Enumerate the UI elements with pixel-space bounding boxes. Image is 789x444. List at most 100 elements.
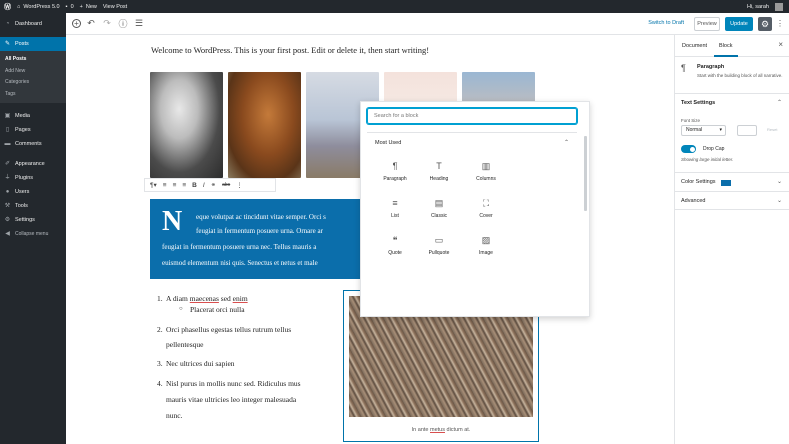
font-size-label: Font Size xyxy=(681,118,701,123)
view-post-link[interactable]: View Post xyxy=(103,4,127,10)
new-menu[interactable]: + New xyxy=(80,4,97,10)
chevron-up-icon[interactable]: ⌃ xyxy=(564,139,569,146)
color-settings-toggle[interactable]: Color Settings xyxy=(681,179,716,185)
site-home-link[interactable]: ⌂ WordPress 5.0 xyxy=(17,4,60,10)
bullet-icon: ○ xyxy=(179,306,183,312)
brush-icon: ✐ xyxy=(4,160,11,167)
gallery-image-steam[interactable] xyxy=(150,72,223,178)
strikethrough-icon[interactable]: abc xyxy=(222,182,230,188)
plus-icon: + xyxy=(79,3,83,10)
drop-cap-toggle[interactable] xyxy=(681,145,696,153)
editor-canvas: Welcome to WordPress. This is your first… xyxy=(66,35,674,444)
drop-cap-label: Drop Cap xyxy=(703,146,725,152)
settings-icon: ⚙ xyxy=(4,216,11,223)
block-option-image[interactable]: ▨ Image xyxy=(456,233,516,256)
columns-icon: ▥ xyxy=(481,161,491,171)
cover-line-2: feugiat in fermentum posuere urna. Ornar… xyxy=(196,227,323,235)
info-icon[interactable]: ⓘ xyxy=(117,18,129,30)
ordered-list[interactable]: 1. A diam maecenas sed enim ○ Placerat o… xyxy=(157,293,301,424)
most-used-heading[interactable]: Most Used xyxy=(375,140,401,146)
text-settings-panel: Text Settings ⌃ xyxy=(675,93,789,106)
undo-icon[interactable]: ↶ xyxy=(85,18,97,30)
cover-line-1: eque volutpat ac tincidunt vitae semper.… xyxy=(196,213,326,221)
image-caption[interactable]: In ante metus dictum at. xyxy=(344,427,538,433)
cover-line-3: feugiat in fermentum posuere urna nec. T… xyxy=(162,243,317,251)
drop-cap-letter: N xyxy=(162,206,183,237)
sidebar-item-pages[interactable]: ▯ Pages xyxy=(0,123,66,137)
color-settings-panel[interactable]: Color Settings ⌄ xyxy=(675,172,789,191)
add-block-icon[interactable]: + xyxy=(72,19,81,28)
gallery-image-horse[interactable] xyxy=(228,72,301,178)
sidebar-item-users[interactable]: ● Users xyxy=(0,185,66,199)
pin-icon: ✎ xyxy=(4,40,11,47)
block-search-input[interactable]: Search for a block xyxy=(367,108,577,124)
media-icon: ▣ xyxy=(4,112,11,119)
tab-block[interactable]: Block xyxy=(719,43,732,49)
redo-icon[interactable]: ↷ xyxy=(101,18,113,30)
block-toolbar: ¶▾ ≡ ≡ ≡ B I ⚭ abc ⋮ xyxy=(144,178,276,192)
block-option-columns[interactable]: ▥ Columns xyxy=(456,159,516,182)
chevron-down-icon[interactable]: ⌄ xyxy=(777,178,782,185)
sidebar-item-media[interactable]: ▣ Media xyxy=(0,109,66,123)
submenu-categories[interactable]: Categories xyxy=(0,77,66,89)
chevron-up-icon[interactable]: ⌃ xyxy=(777,99,782,106)
comments-link[interactable]: ▪ 0 xyxy=(66,4,74,10)
settings-gear-icon[interactable]: ⚙ xyxy=(758,17,772,31)
block-navigation-icon[interactable]: ☰ xyxy=(133,18,145,30)
comment-icon: ▬ xyxy=(4,140,11,147)
close-icon[interactable]: × xyxy=(778,40,783,49)
submenu-add-new[interactable]: Add New xyxy=(0,66,66,78)
more-block-options-icon[interactable]: ⋮ xyxy=(236,181,243,189)
list-item: 3. Nec ultrices dui sapien xyxy=(157,359,235,368)
italic-icon[interactable]: I xyxy=(203,182,205,189)
list-item: 2. Orci phasellus egestas tellus rutrum … xyxy=(157,325,292,349)
update-button[interactable]: Update xyxy=(725,17,753,31)
preview-button[interactable]: Preview xyxy=(694,17,720,31)
align-right-icon[interactable]: ≡ xyxy=(182,182,186,189)
chevron-down-icon[interactable]: ⌄ xyxy=(777,197,782,204)
custom-font-size-input[interactable] xyxy=(737,125,757,136)
submenu-tags[interactable]: Tags xyxy=(0,89,66,101)
sidebar-item-dashboard[interactable]: ◔ Dashboard xyxy=(0,17,66,31)
switch-to-draft-button[interactable]: Switch to Draft xyxy=(648,20,684,26)
reset-button[interactable]: Reset xyxy=(767,127,777,132)
text-settings-toggle[interactable]: Text Settings xyxy=(681,100,715,106)
advanced-toggle[interactable]: Advanced xyxy=(681,198,705,204)
active-tab-indicator xyxy=(714,55,738,57)
editor-toolbar: + ↶ ↷ ⓘ ☰ Switch to Draft Preview Update… xyxy=(66,13,789,35)
align-center-icon[interactable]: ≡ xyxy=(173,182,177,189)
admin-bar: Ⓦ ⌂ WordPress 5.0 ▪ 0 + New View Post Hi, s… xyxy=(0,0,789,13)
divider xyxy=(367,132,577,133)
list-item: 4. Nisl purus in mollis nunc sed. Ridicu… xyxy=(157,379,301,420)
collapse-icon: ◀ xyxy=(5,230,10,237)
more-options-icon[interactable]: ⋮ xyxy=(776,18,784,30)
sidebar-item-tools[interactable]: ⚒ Tools xyxy=(0,199,66,213)
drop-cap-hint: Showing large initial letter. xyxy=(681,157,734,162)
sidebar-item-settings[interactable]: ⚙ Settings xyxy=(0,213,66,227)
link-icon[interactable]: ⚭ xyxy=(211,181,216,189)
sidebar-item-posts[interactable]: ✎ Posts xyxy=(0,37,66,51)
submenu-all-posts[interactable]: All Posts xyxy=(0,54,66,66)
block-option-cover[interactable]: ⛶ Cover xyxy=(456,196,516,219)
inserter-scrollbar[interactable] xyxy=(584,136,587,211)
color-swatch xyxy=(721,180,731,186)
paragraph-type-icon[interactable]: ¶▾ xyxy=(150,181,157,189)
account-menu[interactable]: Hi, sarah xyxy=(747,2,783,11)
align-left-icon[interactable]: ≡ xyxy=(163,182,167,189)
settings-sidebar: Document Block × ¶ Paragraph Start with … xyxy=(674,35,789,444)
sidebar-collapse-menu[interactable]: ◀ Collapse menu xyxy=(0,227,66,241)
wrench-icon: ⚒ xyxy=(4,202,11,209)
sidebar-item-comments[interactable]: ▬ Comments xyxy=(0,137,66,151)
advanced-panel[interactable]: Advanced ⌄ xyxy=(675,191,789,210)
sidebar-item-appearance[interactable]: ✐ Appearance xyxy=(0,157,66,171)
intro-paragraph[interactable]: Welcome to WordPress. This is your first… xyxy=(151,45,429,55)
wordpress-logo-icon[interactable]: Ⓦ xyxy=(4,2,11,12)
sidebar-item-plugins[interactable]: ⏚ Plugins xyxy=(0,171,66,185)
page-icon: ▯ xyxy=(5,126,10,133)
tab-document[interactable]: Document xyxy=(682,43,707,49)
cover-icon: ⛶ xyxy=(482,198,490,208)
font-size-select[interactable]: Normal ▾ xyxy=(681,125,726,136)
user-icon: ● xyxy=(5,188,10,195)
chevron-down-icon: ▾ xyxy=(719,127,722,133)
bold-icon[interactable]: B xyxy=(192,182,197,189)
